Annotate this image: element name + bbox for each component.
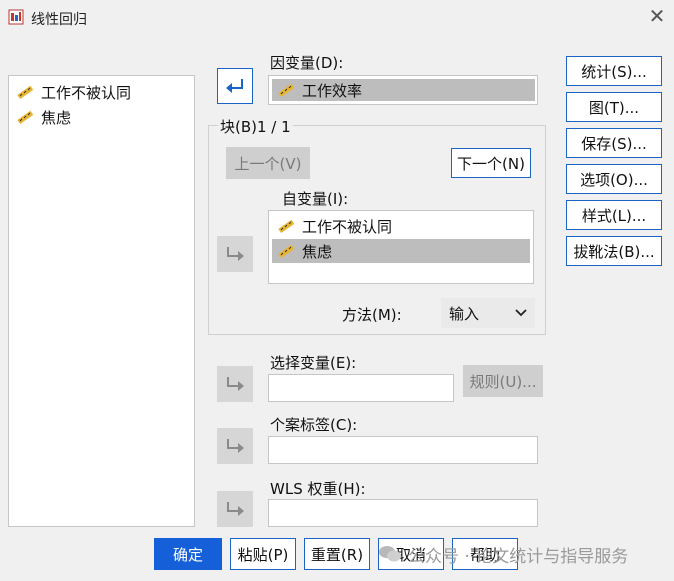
scale-variable-icon: [278, 219, 295, 234]
wls-weight-label: WLS 权重(H):: [270, 480, 366, 498]
list-item[interactable]: 工作不被认同: [272, 214, 530, 238]
close-icon[interactable]: ✕: [646, 5, 668, 27]
list-item[interactable]: 焦虑: [272, 239, 530, 263]
scale-variable-icon: [17, 85, 34, 100]
plots-button[interactable]: 图(T)...: [566, 92, 662, 122]
independent-label: 自变量(I):: [282, 190, 349, 208]
selection-variable-field[interactable]: [268, 374, 454, 402]
regression-app-icon: [8, 9, 24, 25]
method-dropdown[interactable]: 输入: [441, 298, 535, 328]
save-button[interactable]: 保存(S)...: [566, 128, 662, 158]
method-label: 方法(M):: [342, 306, 402, 324]
list-item-label: 焦虑: [302, 242, 333, 261]
move-to-independent-button[interactable]: [217, 236, 253, 272]
scale-variable-icon: [278, 244, 295, 259]
list-item[interactable]: 焦虑: [15, 105, 71, 129]
move-to-wls-button[interactable]: [217, 491, 253, 527]
reset-button[interactable]: 重置(R): [304, 538, 370, 570]
bootstrap-button[interactable]: 拔靴法(B)...: [566, 236, 662, 266]
source-variable-list[interactable]: 工作不被认同 焦虑: [8, 75, 195, 527]
window-title: 线性回归: [31, 12, 87, 28]
list-item-label: 工作不被认同: [302, 217, 393, 236]
independent-list[interactable]: 工作不被认同 焦虑: [268, 210, 534, 284]
scale-variable-icon: [278, 83, 295, 98]
method-value: 输入: [449, 304, 480, 323]
ok-button[interactable]: 确定: [154, 538, 222, 570]
selection-variable-label: 选择变量(E):: [270, 354, 357, 372]
case-labels-label: 个案标签(C):: [270, 416, 358, 434]
cancel-button[interactable]: 取消: [378, 538, 444, 570]
chevron-down-icon: [515, 309, 527, 317]
next-block-button[interactable]: 下一个(N): [451, 148, 531, 178]
previous-block-button[interactable]: 上一个(V): [226, 147, 310, 179]
style-button[interactable]: 样式(L)...: [566, 200, 662, 230]
move-to-selection-button[interactable]: [217, 366, 253, 402]
rule-button[interactable]: 规则(U)...: [463, 365, 543, 397]
case-labels-field[interactable]: [268, 436, 538, 464]
arrow-right-icon: [227, 247, 244, 261]
statistics-button[interactable]: 统计(S)...: [566, 56, 662, 86]
list-item[interactable]: 工作不被认同: [15, 80, 131, 104]
title-bar: [0, 0, 674, 36]
paste-button[interactable]: 粘贴(P): [230, 538, 296, 570]
move-to-dependent-button[interactable]: [217, 68, 253, 104]
scale-variable-icon: [17, 110, 34, 125]
dependent-label: 因变量(D):: [270, 54, 344, 72]
arrow-right-icon: [227, 377, 244, 391]
dependent-value: 工作效率: [302, 81, 363, 100]
list-item-label: 工作不被认同: [41, 83, 132, 102]
arrow-left-icon: [226, 79, 243, 93]
help-button[interactable]: 帮助: [452, 538, 518, 570]
dependent-selected-row[interactable]: 工作效率: [272, 79, 535, 101]
wls-weight-field[interactable]: [268, 499, 538, 527]
block-label: 块(B)1 / 1: [218, 116, 293, 137]
arrow-right-icon: [227, 502, 244, 516]
move-to-case-labels-button[interactable]: [217, 428, 253, 464]
list-item-label: 焦虑: [41, 108, 72, 127]
arrow-right-icon: [227, 439, 244, 453]
options-button[interactable]: 选项(O)...: [566, 164, 662, 194]
dependent-field[interactable]: 工作效率: [268, 75, 538, 105]
